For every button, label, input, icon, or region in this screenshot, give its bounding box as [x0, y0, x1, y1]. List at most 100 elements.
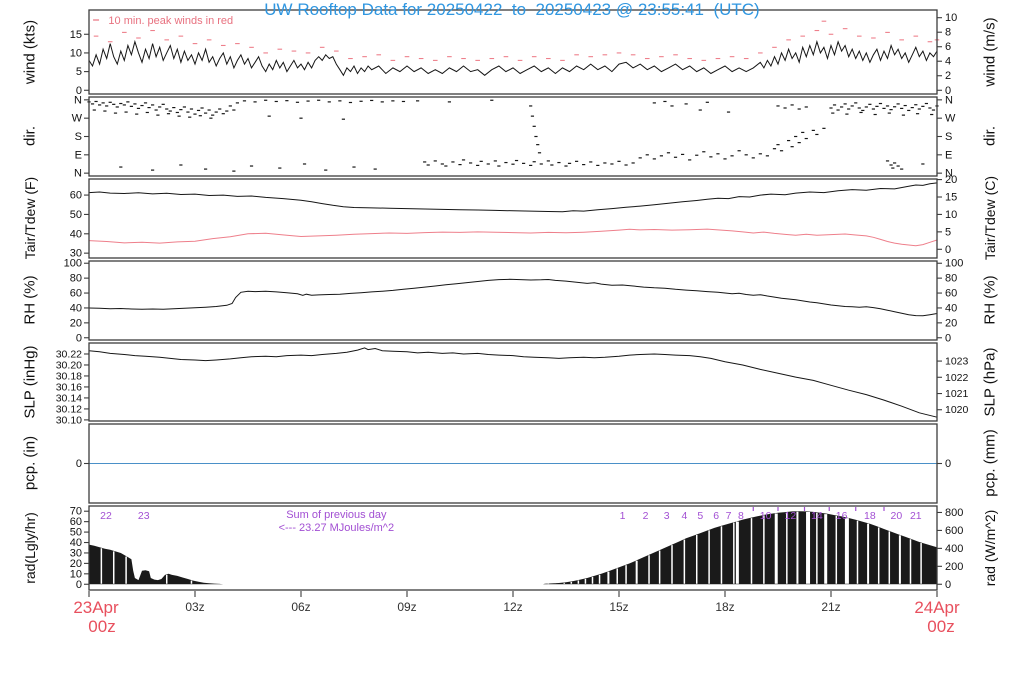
- svg-text:20: 20: [891, 510, 903, 522]
- panel-rad: 0102030405060700200400600800222312345678…: [70, 506, 964, 591]
- svg-text:0: 0: [945, 458, 951, 470]
- axis-label-slp-left: SLP (inHg): [22, 345, 39, 418]
- panel-wind: 051015024681010 min. peak winds in red: [70, 10, 958, 97]
- svg-text:S: S: [945, 131, 952, 143]
- svg-text:60: 60: [70, 288, 82, 300]
- temp-series: [89, 183, 937, 246]
- axis-label-temp-right: Tair/Tdew (C): [982, 176, 998, 260]
- axis-label-dir-left: dir.: [22, 126, 39, 146]
- slp-frame: [89, 343, 937, 421]
- svg-text:03z: 03z: [185, 600, 204, 614]
- svg-text:30.18: 30.18: [56, 370, 82, 382]
- svg-text:<--- 23.27 MJoules/m^2: <--- 23.27 MJoules/m^2: [279, 522, 395, 534]
- svg-text:40: 40: [945, 302, 957, 314]
- svg-text:1022: 1022: [945, 372, 969, 384]
- svg-text:22: 22: [100, 510, 112, 522]
- svg-text:21: 21: [910, 510, 922, 522]
- svg-text:20: 20: [945, 317, 957, 329]
- svg-text:400: 400: [945, 543, 963, 555]
- svg-text:40: 40: [70, 302, 82, 314]
- rad-series: [89, 511, 937, 584]
- svg-text:18: 18: [864, 510, 876, 522]
- dir-series: [87, 100, 938, 171]
- svg-text:6: 6: [713, 510, 719, 522]
- svg-text:23: 23: [138, 510, 150, 522]
- temp-frame: [89, 179, 937, 258]
- svg-text:W: W: [72, 113, 83, 125]
- svg-text:15z: 15z: [609, 600, 628, 614]
- svg-text:15: 15: [70, 29, 82, 41]
- rh-yticks: 020406080100020406080100: [64, 258, 964, 345]
- svg-text:6: 6: [945, 41, 951, 53]
- svg-text:80: 80: [70, 273, 82, 285]
- svg-text:30.14: 30.14: [56, 392, 82, 404]
- svg-text:4: 4: [681, 510, 687, 522]
- svg-text:00z: 00z: [927, 617, 954, 636]
- svg-text:14: 14: [811, 510, 823, 522]
- svg-text:2: 2: [945, 70, 951, 82]
- svg-text:30.20: 30.20: [56, 359, 82, 371]
- svg-text:30.10: 30.10: [56, 414, 82, 426]
- svg-text:40: 40: [70, 537, 82, 549]
- axis-label-wind-left: wind (kts): [22, 20, 39, 84]
- svg-text:10: 10: [945, 209, 957, 221]
- svg-text:21z: 21z: [821, 600, 840, 614]
- panel-pcp: 00: [76, 424, 951, 503]
- svg-text:S: S: [75, 131, 82, 143]
- svg-text:30.12: 30.12: [56, 403, 82, 415]
- svg-text:60: 60: [945, 288, 957, 300]
- svg-text:N: N: [945, 94, 953, 106]
- svg-text:12: 12: [785, 510, 797, 522]
- svg-text:20: 20: [70, 558, 82, 570]
- svg-text:2: 2: [643, 510, 649, 522]
- svg-text:15: 15: [945, 192, 957, 204]
- svg-text:30: 30: [70, 547, 82, 559]
- svg-text:3: 3: [664, 510, 670, 522]
- svg-text:1023: 1023: [945, 356, 969, 368]
- svg-text:E: E: [945, 149, 952, 161]
- svg-text:0: 0: [76, 332, 82, 344]
- axis-label-pcp-left: pcp. (in): [22, 436, 39, 490]
- panel-slp: 30.1030.1230.1430.1630.1830.2030.2210201…: [56, 343, 969, 426]
- svg-text:200: 200: [945, 561, 963, 573]
- svg-text:1: 1: [620, 510, 626, 522]
- svg-text:09z: 09z: [397, 600, 416, 614]
- axis-label-pcp-right: pcp. (mm): [982, 429, 999, 497]
- svg-text:8: 8: [945, 27, 951, 39]
- axis-label-slp-right: SLP (hPa): [982, 348, 999, 417]
- svg-text:5: 5: [945, 226, 951, 238]
- svg-text:4: 4: [945, 56, 951, 68]
- svg-text:50: 50: [70, 209, 82, 221]
- axis-label-rad-right: rad (W/m^2): [982, 510, 998, 587]
- axis-label-rad-left: rad(Lgly/hr): [22, 512, 38, 584]
- svg-text:8: 8: [738, 510, 744, 522]
- svg-text:5: 5: [76, 66, 82, 78]
- svg-text:23Apr: 23Apr: [73, 598, 119, 617]
- svg-text:10: 10: [70, 568, 82, 580]
- weather-station-plot: 051015024681010 min. peak winds in redNW…: [0, 0, 1024, 700]
- svg-text:600: 600: [945, 525, 963, 537]
- svg-text:10: 10: [760, 510, 772, 522]
- svg-text:60: 60: [70, 516, 82, 528]
- axis-label-temp-left: Tair/Tdew (F): [22, 177, 38, 259]
- svg-text:0: 0: [76, 458, 82, 470]
- panel-temp: 3040506005101520: [70, 174, 958, 260]
- svg-text:0: 0: [945, 579, 951, 591]
- chart-svg: 051015024681010 min. peak winds in redNW…: [0, 0, 1024, 700]
- rh-frame: [89, 261, 937, 340]
- svg-text:18z: 18z: [715, 600, 734, 614]
- svg-text:16: 16: [836, 510, 848, 522]
- svg-text:70: 70: [70, 506, 82, 518]
- axis-label-rh-right: RH (%): [982, 275, 999, 324]
- svg-text:20: 20: [70, 317, 82, 329]
- svg-text:60: 60: [70, 190, 82, 202]
- svg-text:0: 0: [945, 332, 951, 344]
- svg-text:06z: 06z: [291, 600, 310, 614]
- svg-text:1020: 1020: [945, 404, 969, 416]
- wind-series: [89, 21, 939, 75]
- axis-label-rh-left: RH (%): [22, 275, 39, 324]
- svg-text:800: 800: [945, 507, 963, 519]
- panel-dir: NWSENNWSEN: [72, 94, 956, 179]
- slp-series: [89, 348, 937, 417]
- svg-text:100: 100: [64, 258, 82, 270]
